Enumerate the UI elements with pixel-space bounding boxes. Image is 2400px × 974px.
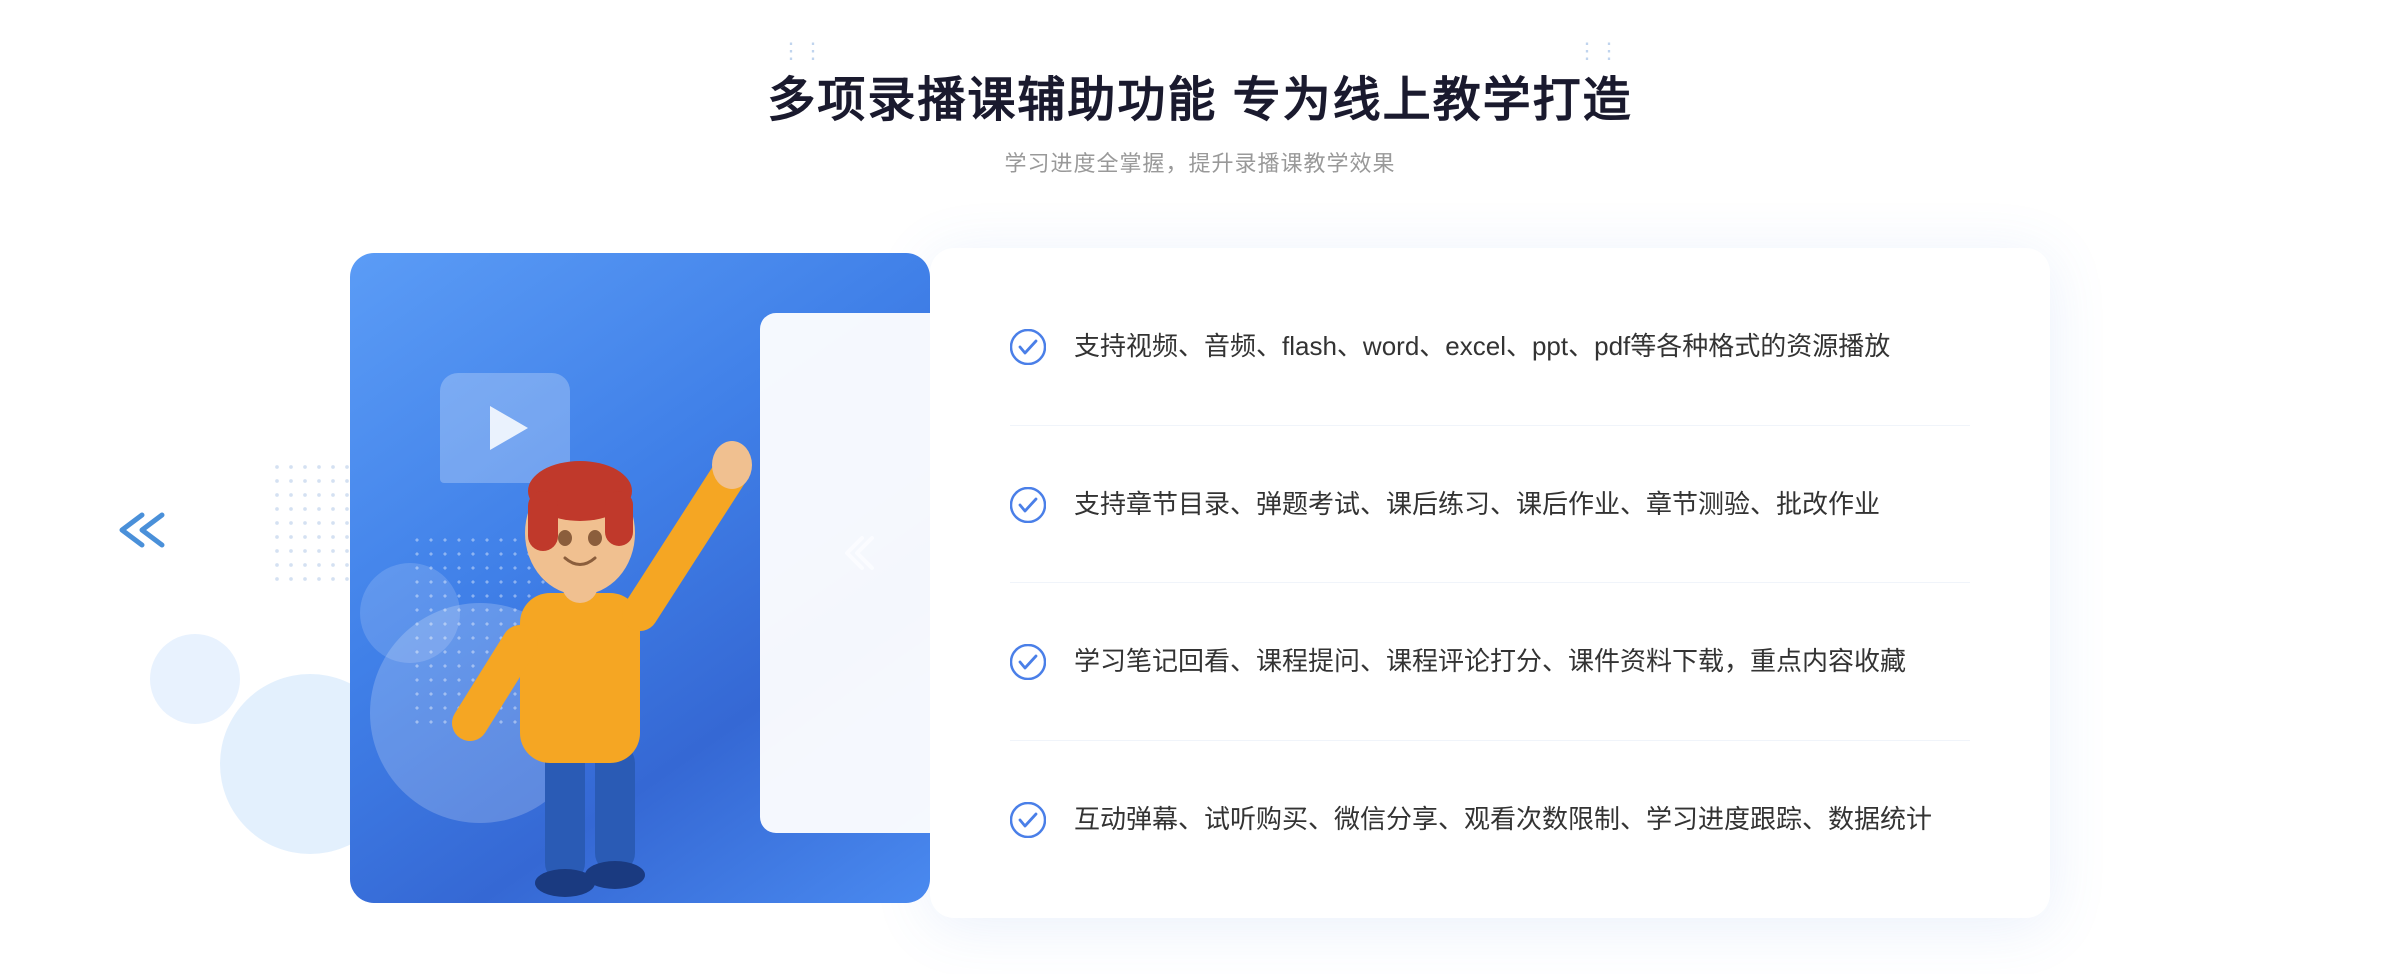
feature-item-2: 支持章节目录、弹题考试、课后练习、课后作业、章节测验、批改作业 <box>1010 485 1970 524</box>
feature-item-4: 互动弹幕、试听购买、微信分享、观看次数限制、学习进度跟踪、数据统计 <box>1010 800 1970 839</box>
check-icon-3 <box>1010 644 1046 680</box>
feature-text-1: 支持视频、音频、flash、word、excel、ppt、pdf等各种格式的资源… <box>1074 327 1890 366</box>
sub-title: 学习进度全掌握，提升录播课教学效果 <box>767 146 1632 178</box>
divider-3 <box>1010 740 1970 741</box>
check-icon-4 <box>1010 802 1046 838</box>
divider-1 <box>1010 425 1970 426</box>
white-side-panel <box>760 313 930 833</box>
feature-text-2: 支持章节目录、弹题考试、课后练习、课后作业、章节测验、批改作业 <box>1074 485 1880 524</box>
content-area: 支持视频、音频、flash、word、excel、ppt、pdf等各种格式的资源… <box>350 233 2050 933</box>
left-chevron-decoration <box>112 510 167 555</box>
check-icon-2 <box>1010 487 1046 523</box>
main-title: 多项录播课辅助功能 专为线上教学打造 <box>767 60 1632 130</box>
feature-text-4: 互动弹幕、试听购买、微信分享、观看次数限制、学习进度跟踪、数据统计 <box>1074 800 1932 839</box>
feature-item-3: 学习笔记回看、课程提问、课程评论打分、课件资料下载，重点内容收藏 <box>1010 642 1970 681</box>
check-icon-1 <box>1010 329 1046 365</box>
page-container: ⋮⋮ ⋮⋮ 多项录播课辅助功能 专为线上教学打造 学习进度全掌握，提升录播课教学… <box>0 0 2400 974</box>
person-illustration <box>390 343 770 903</box>
deco-circle-small-left <box>150 634 240 724</box>
divider-2 <box>1010 582 1970 583</box>
illustration-card <box>350 253 930 903</box>
feature-text-3: 学习笔记回看、课程提问、课程评论打分、课件资料下载，重点内容收藏 <box>1074 642 1906 681</box>
features-panel: 支持视频、音频、flash、word、excel、ppt、pdf等各种格式的资源… <box>930 248 2050 918</box>
header-section: 多项录播课辅助功能 专为线上教学打造 学习进度全掌握，提升录播课教学效果 <box>767 60 1632 178</box>
feature-item-1: 支持视频、音频、flash、word、excel、ppt、pdf等各种格式的资源… <box>1010 327 1970 366</box>
